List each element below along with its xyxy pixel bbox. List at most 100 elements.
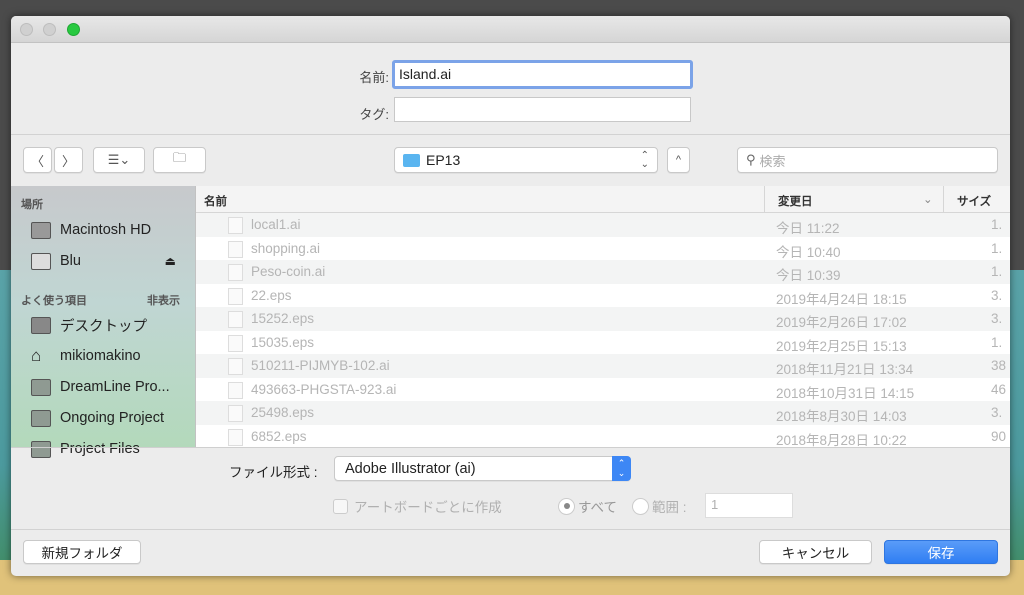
list-header: 名前 変更日 ⌄ サイズ xyxy=(196,186,1010,213)
new-folder-icon-button[interactable]: 🗀 xyxy=(153,147,206,173)
hide-favorites-button[interactable]: 非表示 xyxy=(147,292,180,308)
file-size: 3. xyxy=(991,287,1003,303)
options-panel: ファイル形式 : Adobe Illustrator (ai) ⌃ ⌄ アートボー… xyxy=(11,447,1010,529)
table-row[interactable]: 6852.eps 2018年8月28日 10:22 90 xyxy=(196,425,1010,449)
file-size: 1. xyxy=(991,217,1003,232)
tag-input[interactable] xyxy=(394,97,691,122)
file-size: 46 xyxy=(991,381,1007,397)
view-mode-button[interactable]: ☰⌄ xyxy=(93,147,145,173)
file-size: 1. xyxy=(991,264,1003,279)
file-date: 今日 10:39 xyxy=(776,268,841,283)
column-date[interactable]: 変更日 xyxy=(778,193,813,209)
file-name: Peso-coin.ai xyxy=(251,264,326,279)
table-row[interactable]: 15035.eps 2019年2月25日 15:13 1. xyxy=(196,331,1010,355)
radio-all[interactable]: すべて xyxy=(558,496,617,516)
filename-input[interactable]: Island.ai xyxy=(392,60,693,89)
close-button[interactable] xyxy=(20,23,33,36)
chevron-right-icon: 〉 xyxy=(61,153,75,169)
chevron-left-icon: 〈 xyxy=(30,153,44,169)
checkbox-icon xyxy=(333,498,348,514)
sidebar-item-label: Blu xyxy=(60,253,81,269)
format-label: ファイル形式 : xyxy=(229,465,318,480)
zoom-button[interactable] xyxy=(67,23,80,36)
table-row[interactable]: 493663-PHGSTA-923.ai 2018年10月31日 14:15 46 xyxy=(196,378,1010,402)
file-date: 2019年4月24日 18:15 xyxy=(776,291,907,307)
home-icon: ⌂ xyxy=(31,346,42,365)
back-button[interactable]: 〈 xyxy=(23,147,52,173)
sidebar-item-macintosh-hd[interactable]: Macintosh HD xyxy=(31,219,151,241)
expand-collapse-button[interactable]: ^ xyxy=(667,147,690,173)
updown-chevron-icon: ⌃ ⌄ xyxy=(612,456,631,481)
sidebar-header-places: 場所 xyxy=(21,199,43,211)
file-size: 90 xyxy=(991,428,1007,444)
new-folder-button[interactable]: 新規フォルダ xyxy=(23,540,141,564)
dialog-footer: 新規フォルダ キャンセル 保存 xyxy=(11,529,1010,576)
radio-range[interactable]: 範囲 : xyxy=(632,496,687,516)
harddrive-icon xyxy=(31,221,51,239)
chevron-up-icon: ^ xyxy=(675,154,682,166)
location-label: EP13 xyxy=(426,152,461,168)
file-icon xyxy=(228,358,243,375)
table-row[interactable]: 22.eps 2019年4月24日 18:15 3. xyxy=(196,284,1010,308)
forward-button[interactable]: 〉 xyxy=(54,147,83,173)
file-icon xyxy=(228,240,243,258)
list-view-icon: ☰⌄ xyxy=(107,152,131,167)
file-name: 493663-PHGSTA-923.ai xyxy=(251,381,397,397)
format-select[interactable]: Adobe Illustrator (ai) ⌃ ⌄ xyxy=(334,456,631,481)
file-icon xyxy=(228,334,243,352)
file-name: local1.ai xyxy=(251,217,301,232)
location-popup[interactable]: EP13 ⌃ ⌄ xyxy=(394,147,658,173)
range-input[interactable]: 1 xyxy=(705,493,793,518)
save-button[interactable]: 保存 xyxy=(884,540,998,564)
sort-chevron-icon: ⌄ xyxy=(923,194,933,206)
file-date: 2018年10月31日 14:15 xyxy=(776,385,915,401)
sidebar-item-home[interactable]: ⌂ mikiomakino xyxy=(31,345,141,367)
cancel-button[interactable]: キャンセル xyxy=(759,540,872,564)
table-row[interactable]: 510211-PIJMYB-102.ai 2018年11月21日 13:34 38 xyxy=(196,354,1010,378)
sidebar: 場所 Macintosh HD Blu ⏏ よく使う項目 非表示 デスクトップ ⌂… xyxy=(11,186,196,458)
file-icon xyxy=(228,217,243,234)
sidebar-item-label: Macintosh HD xyxy=(60,222,152,238)
sidebar-item-dreamline[interactable]: DreamLine Pro... xyxy=(31,376,170,398)
table-row[interactable]: 15252.eps 2019年2月26日 17:02 3. xyxy=(196,307,1010,331)
table-row[interactable]: shopping.ai 今日 10:40 1. xyxy=(196,237,1010,261)
sidebar-item-ongoing-project[interactable]: Ongoing Project xyxy=(31,407,164,429)
table-row[interactable]: 25498.eps 2018年8月30日 14:03 3. xyxy=(196,401,1010,425)
tag-label: タグ: xyxy=(359,107,389,122)
file-icon xyxy=(228,381,243,399)
sidebar-header-favorites: よく使う項目 xyxy=(21,295,87,307)
sidebar-item-blu[interactable]: Blu ⏏ xyxy=(31,250,176,272)
format-value: Adobe Illustrator (ai) xyxy=(345,460,476,477)
file-name: 6852.eps xyxy=(251,428,307,444)
folder-icon xyxy=(403,153,420,167)
artboard-checkbox[interactable]: アートボードごとに作成 xyxy=(333,496,502,516)
file-size: 38 xyxy=(991,358,1007,373)
search-field[interactable]: ⚲ 検索 xyxy=(737,147,998,173)
file-icon xyxy=(228,264,243,281)
sidebar-item-label: DreamLine Pro... xyxy=(60,379,170,395)
sidebar-item-desktop[interactable]: デスクトップ xyxy=(31,314,147,336)
file-date: 2019年2月25日 15:13 xyxy=(776,338,907,354)
file-icon xyxy=(228,405,243,422)
sidebar-item-label: mikiomakino xyxy=(60,348,141,364)
updown-chevron-icon: ⌃ ⌄ xyxy=(640,150,649,170)
eject-icon[interactable]: ⏏ xyxy=(165,254,176,268)
column-size[interactable]: サイズ xyxy=(957,193,991,209)
file-name: 22.eps xyxy=(251,287,292,303)
sidebar-item-label: Ongoing Project xyxy=(60,410,164,426)
file-icon xyxy=(228,287,243,305)
desktop-icon xyxy=(31,316,51,334)
save-dialog: 名前: Island.ai タグ: 〈 〉 ☰⌄ 🗀 EP13 ⌃ ⌄ ^ ⚲ 検… xyxy=(11,16,1010,576)
minimize-button[interactable] xyxy=(43,23,56,36)
new-folder-icon: 🗀 xyxy=(172,150,186,165)
file-name: 15252.eps xyxy=(251,311,315,326)
file-size: 3. xyxy=(991,405,1003,420)
column-name[interactable]: 名前 xyxy=(204,193,227,209)
title-bar xyxy=(11,16,1010,43)
table-row[interactable]: local1.ai 今日 11:22 1. xyxy=(196,213,1010,237)
divider xyxy=(11,134,1010,135)
search-icon: ⚲ xyxy=(746,152,756,167)
table-row[interactable]: Peso-coin.ai 今日 10:39 1. xyxy=(196,260,1010,284)
all-label: すべて xyxy=(578,500,618,515)
file-icon xyxy=(228,428,243,446)
